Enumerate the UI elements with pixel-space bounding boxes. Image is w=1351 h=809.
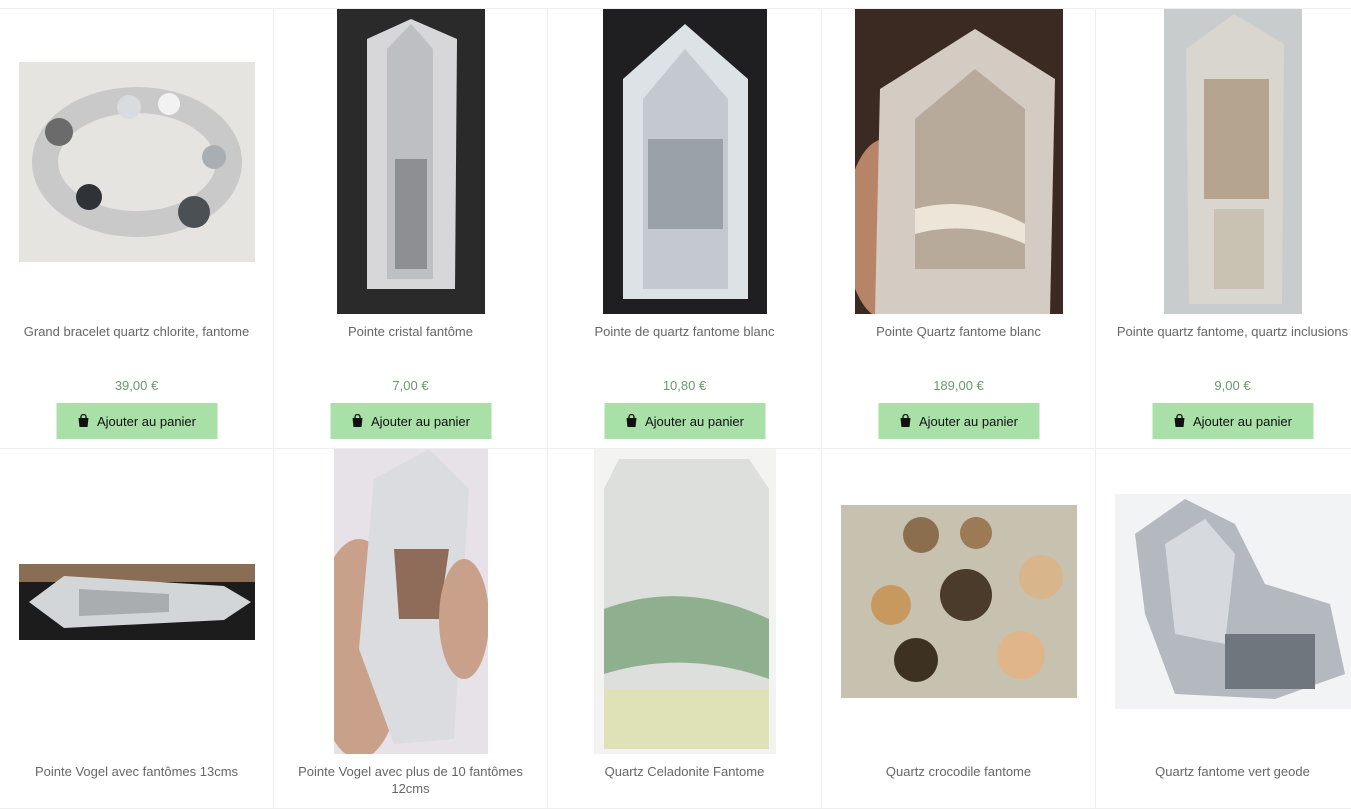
product-price: 7,00 € [392, 378, 429, 393]
product-card: Pointe Quartz fantome blanc 189,00 € Ajo… [822, 9, 1096, 449]
shopping-bag-icon [626, 414, 637, 427]
product-grid: Grand bracelet quartz chlorite, fantome … [0, 8, 1351, 809]
add-to-cart-button[interactable]: Ajouter au panier [56, 403, 217, 439]
product-card: Quartz Celadonite Fantome [548, 449, 822, 809]
quartz-point-hand-image[interactable] [854, 9, 1063, 314]
product-price: 10,80 € [662, 378, 707, 393]
product-card: Pointe Vogel avec fantômes 13cms [0, 449, 274, 809]
add-to-cart-label: Ajouter au panier [644, 413, 744, 429]
vogel-point-hand-image[interactable] [333, 449, 488, 754]
add-to-cart-label: Ajouter au panier [1192, 413, 1292, 429]
product-name[interactable]: Grand bracelet quartz chlorite, fantome [0, 323, 273, 340]
shopping-bag-icon [900, 414, 911, 427]
geode-quartz-image[interactable] [1114, 494, 1351, 709]
shopping-bag-icon [352, 414, 363, 427]
white-phantom-point-image[interactable] [602, 9, 767, 314]
add-to-cart-label: Ajouter au panier [370, 413, 470, 429]
product-card: Grand bracelet quartz chlorite, fantome … [0, 9, 274, 449]
product-price: 9,00 € [1214, 378, 1251, 393]
crystal-point-image[interactable] [336, 9, 485, 314]
product-card: Quartz crocodile fantome [822, 449, 1096, 809]
product-name[interactable]: Pointe Vogel avec fantômes 13cms [0, 763, 273, 780]
add-to-cart-button[interactable]: Ajouter au panier [330, 403, 491, 439]
product-price: 189,00 € [933, 378, 984, 393]
add-to-cart-label: Ajouter au panier [918, 413, 1018, 429]
product-card: Pointe cristal fantôme 7,00 € Ajouter au… [274, 9, 548, 449]
product-card: Pointe quartz fantome, quartz inclusions… [1096, 9, 1351, 449]
vogel-point-image[interactable] [18, 563, 255, 640]
product-name[interactable]: Pointe de quartz fantome blanc [548, 323, 821, 340]
quartz-bracelet-image[interactable] [18, 61, 255, 262]
product-name[interactable]: Pointe Quartz fantome blanc [822, 323, 1095, 340]
add-to-cart-button[interactable]: Ajouter au panier [604, 403, 765, 439]
shopping-bag-icon [1174, 414, 1185, 427]
product-name[interactable]: Pointe Vogel avec plus de 10 fantômes 12… [274, 763, 547, 797]
product-name[interactable]: Pointe quartz fantome, quartz inclusions [1096, 323, 1351, 340]
product-name[interactable]: Quartz fantome vert geode [1096, 763, 1351, 780]
crocodile-quartz-image[interactable] [840, 505, 1077, 698]
shopping-bag-icon [78, 414, 89, 427]
product-name[interactable]: Pointe cristal fantôme [274, 323, 547, 340]
product-name[interactable]: Quartz Celadonite Fantome [548, 763, 821, 780]
product-price: 39,00 € [114, 378, 159, 393]
add-to-cart-button[interactable]: Ajouter au panier [878, 403, 1039, 439]
quartz-inclusions-image[interactable] [1163, 9, 1302, 314]
product-card: Pointe Vogel avec plus de 10 fantômes 12… [274, 449, 548, 809]
product-card: Pointe de quartz fantome blanc 10,80 € A… [548, 9, 822, 449]
celadonite-quartz-image[interactable] [593, 449, 776, 754]
add-to-cart-label: Ajouter au panier [96, 413, 196, 429]
product-name[interactable]: Quartz crocodile fantome [822, 763, 1095, 780]
add-to-cart-button[interactable]: Ajouter au panier [1152, 403, 1313, 439]
product-card: Quartz fantome vert geode [1096, 449, 1351, 809]
